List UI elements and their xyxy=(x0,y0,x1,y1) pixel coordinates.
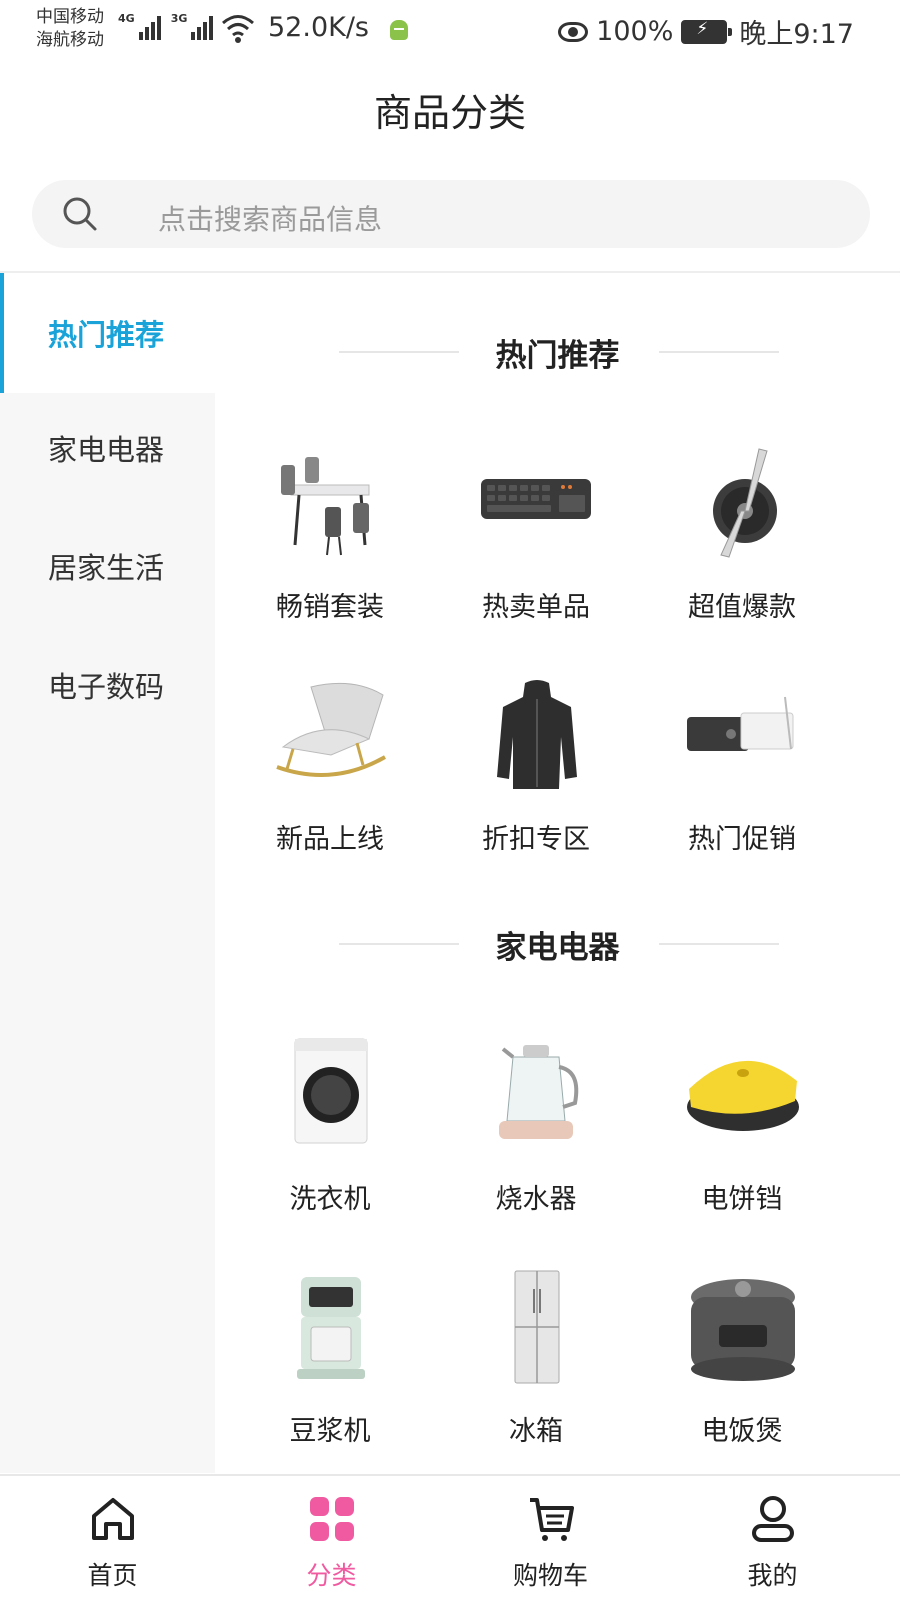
search-bar[interactable]: 点击搜索商品信息 xyxy=(32,180,870,248)
grid-item-label: 洗衣机 xyxy=(289,1184,371,1215)
dining-table-set-icon xyxy=(281,457,370,556)
grid-item-label: 豆浆机 xyxy=(289,1416,371,1447)
section-header-appliances: 家电电器 xyxy=(215,918,900,968)
grid-item-label: 新品上线 xyxy=(276,824,384,855)
grid-item-label: 烧水器 xyxy=(495,1184,577,1215)
tab-home[interactable]: 首页 xyxy=(0,1476,225,1600)
network-type-1: 4G xyxy=(118,12,135,25)
car-air-freshener-icon xyxy=(713,448,777,558)
jacket-icon xyxy=(497,680,577,789)
sidebar-item-hot[interactable]: 热门推荐 xyxy=(0,273,215,393)
tab-label: 分类 xyxy=(306,1561,357,1590)
grid-item-soymilk-maker[interactable]: 豆浆机 xyxy=(228,1269,428,1469)
kettle-icon xyxy=(499,1045,579,1139)
home-icon xyxy=(92,1498,134,1540)
section-divider-right xyxy=(659,943,779,945)
rocking-chair-icon xyxy=(276,682,386,777)
section-title: 家电电器 xyxy=(495,930,620,966)
grid-item-label: 电饼铛 xyxy=(701,1184,783,1215)
wifi-icon xyxy=(222,15,254,43)
signal-icon xyxy=(138,12,161,40)
grid-item-bestseller-set[interactable]: 畅销套装 xyxy=(228,445,428,645)
tab-label: 首页 xyxy=(87,1561,138,1590)
search-icon xyxy=(63,197,97,231)
sidebar-item-digital[interactable]: 电子数码 xyxy=(0,625,215,745)
grid-item-electric-pan[interactable]: 电饼铛 xyxy=(640,1037,840,1237)
grid-item-label: 热门促销 xyxy=(688,824,796,855)
network-speed: 52.0K/s xyxy=(268,12,369,43)
tab-category[interactable]: 分类 xyxy=(219,1476,444,1600)
grid-item-discount-zone[interactable]: 折扣专区 xyxy=(434,677,634,877)
tab-label: 购物车 xyxy=(512,1561,588,1590)
refrigerator-icon xyxy=(514,1270,560,1384)
grid-item-label: 畅销套装 xyxy=(276,592,384,623)
user-icon xyxy=(752,1496,794,1542)
washing-machine-icon xyxy=(294,1038,368,1144)
tab-profile[interactable]: 我的 xyxy=(660,1476,885,1600)
grid-item-label: 冰箱 xyxy=(509,1416,563,1447)
grid-item-washing-machine[interactable]: 洗衣机 xyxy=(228,1037,428,1237)
grid-item-hot-promotion[interactable]: 热门促销 xyxy=(640,677,840,877)
grid-item-new-arrivals[interactable]: 新品上线 xyxy=(228,677,428,877)
eye-comfort-icon xyxy=(558,21,589,42)
sidebar-item-appliances[interactable]: 家电电器 xyxy=(0,388,215,508)
grid-item-label: 超值爆款 xyxy=(688,592,796,623)
signal-group: 4G 3G xyxy=(118,12,219,40)
grid-item-refrigerator[interactable]: 冰箱 xyxy=(434,1269,634,1469)
battery-percent: 100% xyxy=(596,16,674,47)
carrier-1: 中国移动 xyxy=(36,7,104,27)
tab-label: 我的 xyxy=(747,1561,798,1590)
grid-item-label: 折扣专区 xyxy=(482,824,590,855)
grid-item-hot-single[interactable]: 热卖单品 xyxy=(434,445,634,645)
tab-cart[interactable]: 购物车 xyxy=(438,1476,663,1600)
status-bar: 中国移动 海航移动 4G 3G 52.0K/s 100% 晚上9:17 xyxy=(0,0,900,60)
keyboard-icon xyxy=(481,479,591,519)
section-divider-right xyxy=(659,351,779,353)
category-sidebar: 热门推荐 家电电器 居家生活 电子数码 xyxy=(0,273,215,1473)
bottom-tab-bar: 首页 分类 购物车 我的 xyxy=(0,1474,900,1600)
grid-item-rice-cooker[interactable]: 电饭煲 xyxy=(640,1269,840,1469)
status-right: 100% 晚上9:17 xyxy=(558,12,854,51)
rice-cooker-icon xyxy=(691,1279,795,1381)
carrier-info: 中国移动 海航移动 xyxy=(36,6,104,52)
section-title: 热门推荐 xyxy=(495,338,620,374)
grid-item-value-deal[interactable]: 超值爆款 xyxy=(640,445,840,645)
electric-pan-icon xyxy=(687,1060,799,1131)
android-notification-icon xyxy=(390,20,408,40)
section-header-hot: 热门推荐 xyxy=(215,326,900,376)
grid-item-label: 电饭煲 xyxy=(701,1416,783,1447)
sidebar-item-home-living[interactable]: 居家生活 xyxy=(0,506,215,626)
network-type-2: 3G xyxy=(170,12,188,25)
projector-icon xyxy=(687,696,794,751)
soymilk-maker-icon xyxy=(297,1277,365,1379)
carrier-2: 海航移动 xyxy=(36,30,104,50)
grid-item-kettle[interactable]: 烧水器 xyxy=(434,1037,634,1237)
cart-icon xyxy=(530,1498,574,1541)
category-icon xyxy=(310,1497,354,1541)
signal-icon-2 xyxy=(191,12,214,40)
search-placeholder: 点击搜索商品信息 xyxy=(158,203,383,236)
page-title: 商品分类 xyxy=(373,91,526,135)
clock: 晚上9:17 xyxy=(739,19,854,50)
grid-item-label: 热卖单品 xyxy=(482,592,590,623)
battery-icon xyxy=(681,19,733,44)
